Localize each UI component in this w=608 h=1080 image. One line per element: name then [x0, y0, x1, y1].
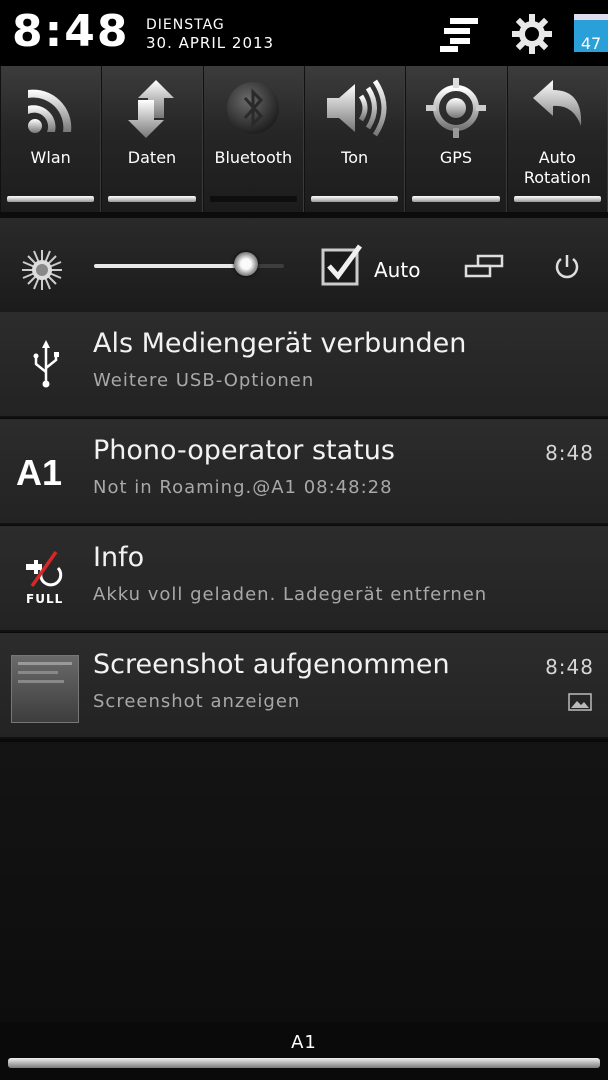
- toggle-indicator: [108, 196, 196, 202]
- date-label: 30. APRIL 2013: [146, 34, 275, 52]
- gear-icon[interactable]: [510, 12, 554, 56]
- toggle-label: Daten: [127, 148, 177, 167]
- notification-usb[interactable]: Als Mediengerät verbunden Weitere USB-Op…: [0, 312, 608, 418]
- notification-subtitle: Not in Roaming.@A1 08:48:28: [93, 477, 393, 498]
- toggle-label: Bluetooth: [214, 148, 293, 167]
- svg-text:A1: A1: [16, 452, 62, 493]
- clock-time: 8:48: [12, 6, 130, 57]
- toggle-bluetooth[interactable]: Bluetooth: [202, 66, 304, 212]
- notification-title: Als Mediengerät verbunden: [93, 328, 467, 359]
- notification-operator-status[interactable]: A1 Phono-operator status Not in Roaming.…: [0, 419, 608, 525]
- rotate-arrow-icon: [533, 80, 582, 126]
- toggle-indicator: [412, 196, 500, 202]
- notification-subtitle: Akku voll geladen. Ladegerät entfernen: [93, 584, 488, 605]
- screen-rotation-icon[interactable]: [464, 254, 504, 278]
- toggle-label: Auto Rotation: [523, 148, 591, 187]
- brightness-row: Auto: [0, 212, 608, 312]
- empty-notification-area: [0, 742, 608, 1022]
- toggle-auto-rotation[interactable]: Auto Rotation: [506, 66, 608, 212]
- toggle-daten[interactable]: Daten: [101, 66, 203, 212]
- toggle-indicator: [209, 196, 297, 202]
- carrier-label: A1: [291, 1032, 317, 1053]
- menu-lines-icon[interactable]: [436, 12, 480, 56]
- toggle-label: Ton: [341, 148, 369, 167]
- notification-screenshot[interactable]: Screenshot aufgenommen Screenshot anzeig…: [0, 633, 608, 739]
- notification-time: 8:48: [545, 441, 594, 465]
- toggle-ton[interactable]: Ton: [303, 66, 406, 212]
- toggle-gps[interactable]: GPS: [405, 66, 507, 212]
- toggle-wlan[interactable]: Wlan: [0, 66, 102, 212]
- toggle-label: Wlan: [30, 148, 71, 167]
- gps-target-icon: [425, 78, 486, 138]
- image-icon: [568, 693, 592, 711]
- toggle-indicator: [7, 196, 95, 202]
- data-arrows-icon: [127, 80, 174, 138]
- auto-brightness-checkbox[interactable]: [320, 244, 364, 288]
- day-label: DIENSTAG: [146, 17, 225, 33]
- bluetooth-icon: [227, 82, 280, 134]
- power-icon[interactable]: [552, 252, 582, 282]
- brightness-slider-knob[interactable]: [234, 252, 258, 276]
- notification-subtitle: Weitere USB-Optionen: [93, 370, 315, 391]
- wifi-icon: [27, 89, 71, 133]
- a1-logo-icon: A1: [16, 452, 62, 493]
- brightness-sun-icon: [22, 250, 62, 290]
- notification-time: 8:48: [545, 655, 594, 679]
- notification-title: Phono-operator status: [93, 435, 395, 466]
- quick-toggles: Wlan Daten Bluetooth Ton GPS Auto Rotati…: [0, 66, 608, 212]
- screenshot-thumbnail-icon: [11, 655, 79, 723]
- brightness-slider-fill: [94, 264, 246, 268]
- brightness-slider[interactable]: [94, 252, 284, 276]
- drawer-handle[interactable]: [8, 1058, 600, 1068]
- status-header: 8:48 DIENSTAG 30. APRIL 2013 47: [0, 0, 608, 66]
- toggle-indicator: [310, 196, 399, 202]
- usb-icon: [33, 340, 59, 388]
- toggle-label: GPS: [439, 148, 473, 167]
- notification-title: Screenshot aufgenommen: [93, 649, 450, 680]
- date-block[interactable]: DIENSTAG 30. APRIL 2013: [146, 16, 274, 52]
- notification-subtitle: Screenshot anzeigen: [93, 691, 301, 712]
- notification-battery-info[interactable]: FULL Info Akku voll geladen. Ladegerät e…: [0, 526, 608, 632]
- auto-brightness-label: Auto: [374, 258, 421, 282]
- speaker-icon: [326, 79, 387, 137]
- battery-full-label: FULL: [26, 592, 64, 606]
- toggle-indicator: [513, 196, 601, 202]
- battery-level-badge: 47: [574, 14, 608, 53]
- battery-full-icon: FULL: [12, 548, 80, 608]
- notification-title: Info: [93, 542, 145, 573]
